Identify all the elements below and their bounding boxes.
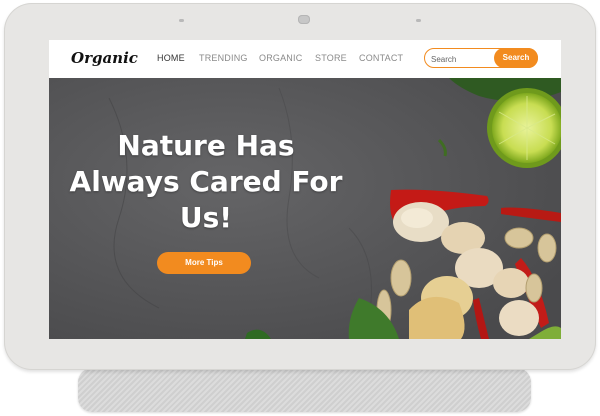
ambient-sensor-icon [179,19,184,22]
hero-title-line-1: Nature Has [117,129,295,162]
device-stand [78,368,531,412]
site-logo[interactable]: Organic [71,49,138,67]
hero-banner: Nature Has Always Cared For Us! More Tip… [49,78,561,339]
more-tips-button[interactable]: More Tips [157,252,251,274]
smart-display-frame: Organic HOME TRENDING ORGANIC STORE CONT… [4,3,596,370]
hero-title: Nature Has Always Cared For Us! [67,128,345,236]
camera-icon [298,15,310,24]
ambient-sensor-icon [416,19,421,22]
nav-link-store[interactable]: STORE [315,53,347,63]
nav-link-trending[interactable]: TRENDING [199,53,248,63]
nav-link-contact[interactable]: CONTACT [359,53,403,63]
search-button[interactable]: Search [494,48,538,68]
hero-title-line-2: Always Cared For [69,165,343,198]
navbar: Organic HOME TRENDING ORGANIC STORE CONT… [49,40,561,78]
hero-title-line-3: Us! [179,201,233,234]
device-screen: Organic HOME TRENDING ORGANIC STORE CONT… [49,40,561,339]
search-input[interactable] [429,51,499,67]
search-box: Search [424,48,538,68]
nav-link-home[interactable]: HOME [157,53,185,63]
nav-link-organic[interactable]: ORGANIC [259,53,302,63]
